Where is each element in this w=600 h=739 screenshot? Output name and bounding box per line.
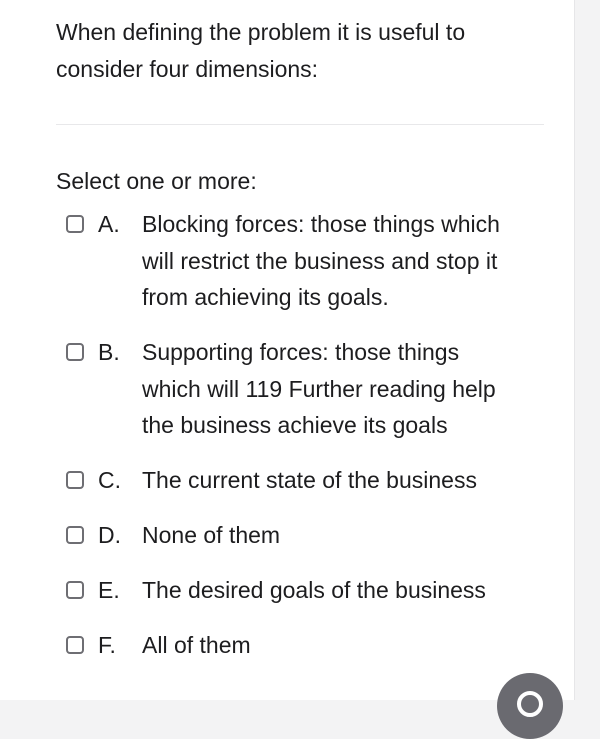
checkbox-d[interactable] <box>66 526 84 544</box>
option-letter: A. <box>98 211 120 237</box>
option-text-line: All of them <box>142 632 251 658</box>
question-text: When defining the problem it is useful t… <box>56 14 526 88</box>
option-a[interactable]: A. Blocking forces: those things which w… <box>66 206 546 316</box>
option-text-line: None of them <box>142 522 281 548</box>
checkbox-a[interactable] <box>66 215 84 233</box>
option-b[interactable]: B. Supporting forces: those things which… <box>66 334 546 444</box>
checkbox-f[interactable] <box>66 636 84 654</box>
chat-icon <box>517 691 543 717</box>
option-text: The desired goals of the business <box>142 572 546 609</box>
option-text-line: Supporting forces: those things <box>142 339 460 365</box>
option-text: All of them <box>142 627 546 664</box>
option-text-line: The current state of the business <box>142 467 477 493</box>
option-text-line: Blocking forces: those things which <box>142 211 500 237</box>
question-line: When defining the problem it is useful t… <box>56 19 466 45</box>
option-text-line: The desired goals of the business <box>142 577 486 603</box>
option-letter: C. <box>98 467 121 493</box>
checkbox-b[interactable] <box>66 343 84 361</box>
option-text-line: from achieving its goals. <box>142 284 389 310</box>
option-letter: D. <box>98 522 121 548</box>
option-text: The current state of the business <box>142 462 546 499</box>
option-c[interactable]: C. The current state of the business <box>66 462 546 499</box>
question-line: consider four dimensions: <box>56 56 319 82</box>
option-text: None of them <box>142 517 546 554</box>
option-letter: B. <box>98 339 120 365</box>
option-e[interactable]: E. The desired goals of the business <box>66 572 546 609</box>
divider <box>56 124 544 125</box>
option-text: Blocking forces: those things which will… <box>142 206 546 316</box>
checkbox-c[interactable] <box>66 471 84 489</box>
option-text-line: will restrict the business and stop it <box>142 247 498 274</box>
option-f[interactable]: F. All of them <box>66 627 546 664</box>
option-letter: F. <box>98 632 116 658</box>
option-text-line: the business achieve its goals <box>142 412 448 438</box>
option-d[interactable]: D. None of them <box>66 517 546 554</box>
question-card: When defining the problem it is useful t… <box>0 0 575 700</box>
checkbox-e[interactable] <box>66 581 84 599</box>
option-text: Supporting forces: those things which wi… <box>142 334 546 444</box>
option-text-line: which will 119 Further reading help <box>142 375 496 402</box>
option-letter: E. <box>98 577 120 603</box>
chat-button[interactable] <box>497 673 563 739</box>
answer-prompt: Select one or more: <box>56 168 257 194</box>
